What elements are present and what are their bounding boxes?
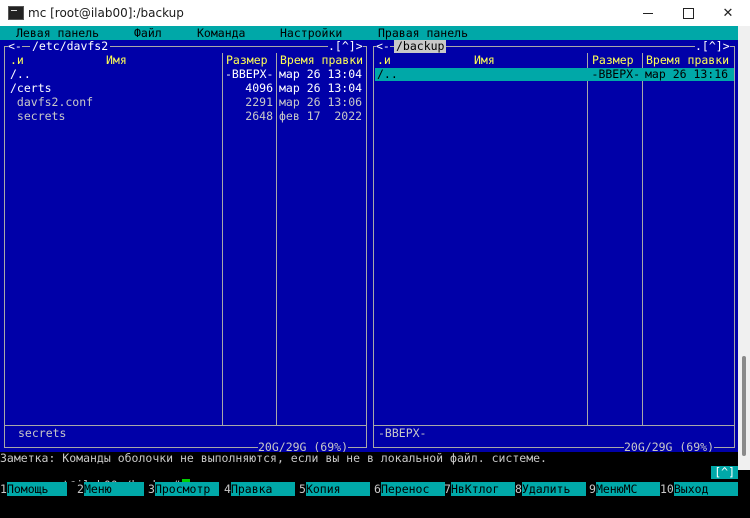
scrollbar-thumb[interactable] (742, 356, 746, 456)
left-panel-corner[interactable]: .[^]> (328, 40, 363, 53)
file-size: 2291 (245, 95, 273, 109)
left-panel-arrows[interactable]: <- (8, 40, 22, 53)
file-name[interactable]: /certs (10, 82, 52, 95)
maximize-button[interactable] (668, 0, 708, 26)
right-col-size[interactable]: Размер (592, 54, 634, 67)
right-panel-path[interactable]: /backup (394, 40, 447, 53)
file-size: 2648 (245, 109, 273, 123)
left-sort-indicator[interactable]: .и (10, 54, 24, 67)
menu-command[interactable]: Команда (197, 27, 245, 40)
window-scrollbar[interactable] (738, 26, 750, 470)
fkey-copy[interactable]: 5Копия (299, 482, 370, 496)
window-title: mc [root@ilab00]:/backup (28, 6, 184, 20)
left-col-mtime[interactable]: Время правки (280, 54, 363, 67)
right-status-divider (374, 425, 734, 426)
right-panel-arrows[interactable]: <- (376, 40, 390, 53)
right-panel-frame (373, 46, 735, 448)
left-file-panel[interactable]: <- /etc/davfs2 .[^]> .и Имя Размер Время… (0, 40, 370, 454)
left-col-name[interactable]: Имя (106, 54, 127, 67)
mc-menu-bar: Левая панель Файл Команда Настройки Прав… (0, 26, 738, 40)
fkey-help[interactable]: 1Помощь (0, 482, 67, 496)
terminal-window: mc [root@ilab00]:/backup Левая панель Фа… (0, 0, 750, 496)
fkey-user-menu[interactable]: 9МенюМС (589, 482, 660, 496)
right-panel-corner[interactable]: .[^]> (695, 40, 730, 53)
file-mtime: мар 26 13:16 (645, 67, 729, 81)
left-panel-path[interactable]: /etc/davfs2 (30, 40, 111, 53)
fkey-move[interactable]: 6Перенос (374, 482, 445, 496)
hint-line: Заметка: Команды оболочки не выполняются… (0, 452, 738, 465)
file-size: -ВВЕРХ- (225, 67, 274, 81)
file-mtime: мар 26 13:04 (279, 81, 363, 95)
left-col-size[interactable]: Размер (226, 54, 268, 67)
file-size: 4096 (245, 81, 273, 95)
fkey-delete[interactable]: 8Удалить (515, 482, 586, 496)
fkey-mkdir[interactable]: 7НвКтлог (444, 482, 515, 496)
fkey-menu[interactable]: 2Меню (77, 482, 144, 496)
fkey-edit[interactable]: 4Правка (224, 482, 295, 496)
right-row-selected[interactable]: /.. -ВВЕРХ- мар 26 13:16 (375, 68, 734, 81)
right-col-divider-1 (587, 53, 588, 425)
file-mtime: фев 17 2022 (279, 109, 363, 123)
right-col-name[interactable]: Имя (474, 54, 495, 67)
terminal-icon (8, 6, 24, 20)
file-name[interactable]: /.. (10, 68, 31, 81)
minimize-button[interactable] (628, 0, 668, 26)
file-name[interactable]: /.. (377, 68, 398, 81)
terminal-area[interactable]: Левая панель Файл Команда Настройки Прав… (0, 26, 738, 496)
right-status-text: -ВВЕРХ- (378, 426, 427, 440)
fkey-view[interactable]: 3Просмотр (148, 482, 219, 496)
close-button[interactable] (708, 0, 748, 26)
right-col-mtime[interactable]: Время правки (646, 54, 729, 67)
left-col-divider-1 (222, 53, 223, 425)
right-sort-indicator[interactable]: .и (377, 54, 391, 67)
history-button[interactable]: [^] (711, 466, 738, 479)
left-col-divider-2 (276, 53, 277, 425)
menu-file[interactable]: Файл (134, 27, 162, 40)
file-name[interactable]: secrets (10, 110, 65, 123)
file-size: -ВВЕРХ- (591, 67, 640, 81)
right-col-divider-2 (642, 53, 643, 425)
function-key-bar: 1Помощь 2Меню 3Просмотр 4Правка 5Копия 6… (0, 482, 738, 496)
file-mtime: мар 26 13:04 (279, 67, 363, 81)
right-file-panel[interactable]: <- /backup .[^]> .и Имя Размер Время пра… (370, 40, 738, 454)
fkey-quit[interactable]: 10Выход (660, 482, 738, 496)
file-mtime: мар 26 13:06 (279, 95, 363, 109)
command-line[interactable]: root@ilab00:/backup# [^] (0, 466, 738, 492)
title-bar: mc [root@ilab00]:/backup (0, 0, 750, 26)
left-status-text: secrets (18, 426, 67, 440)
file-name[interactable]: davfs2.conf (10, 96, 93, 109)
